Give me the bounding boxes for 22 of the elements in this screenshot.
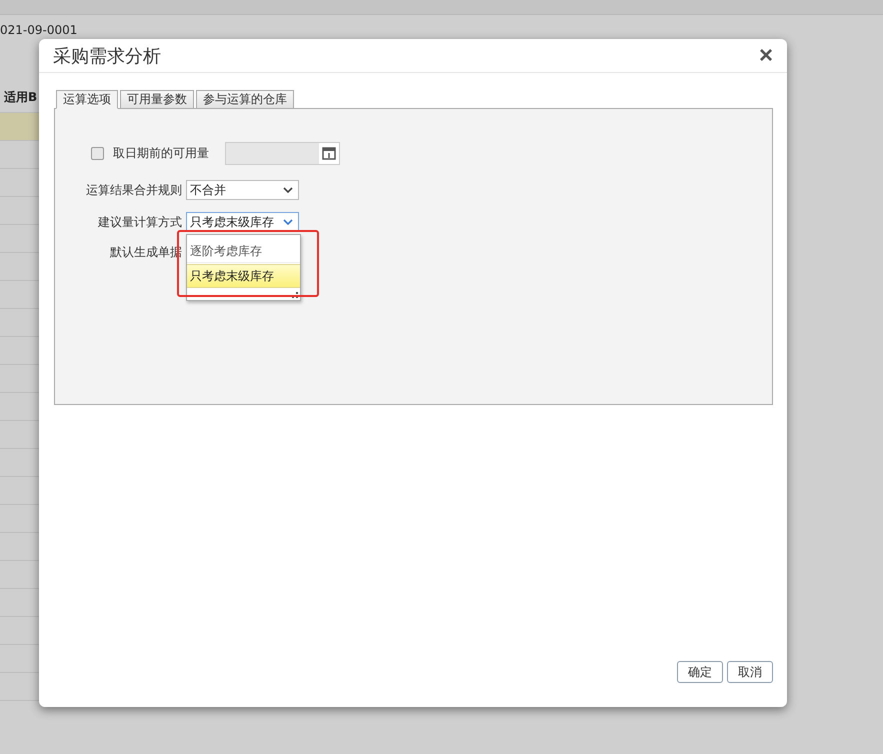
checkbox-label: 取日期前的可用量 xyxy=(113,144,209,162)
cancel-button[interactable]: 取消 xyxy=(727,661,773,683)
select-field[interactable]: 只考虑末级库存 xyxy=(186,212,299,232)
resize-grip-icon[interactable] xyxy=(292,292,298,298)
field-label: 运算结果合并规则 xyxy=(85,182,182,198)
calendar-icon xyxy=(322,146,336,160)
checkbox[interactable] xyxy=(91,146,104,160)
chevron-icon xyxy=(283,219,293,225)
dropdown-option[interactable]: 只考虑末级库存 xyxy=(187,264,300,288)
dropdown-option[interactable]: 逐阶考虑库存 xyxy=(187,239,300,263)
dialog-title: 采购需求分析 xyxy=(53,44,161,68)
date-field[interactable] xyxy=(225,142,340,164)
column-header: 适用B xyxy=(3,88,38,106)
chevron-icon xyxy=(283,187,293,193)
document-number: 021-09-0001 xyxy=(0,24,78,37)
tab[interactable]: 运算选项 xyxy=(56,90,118,109)
field-label: 建议量计算方式 xyxy=(97,214,182,230)
select-field[interactable]: 不合并 xyxy=(186,180,299,200)
tab[interactable]: 参与运算的仓库 xyxy=(196,90,294,109)
close-button[interactable]: × xyxy=(758,44,773,68)
tab[interactable]: 可用量参数 xyxy=(120,90,194,109)
confirm-button[interactable]: 确定 xyxy=(677,661,723,683)
